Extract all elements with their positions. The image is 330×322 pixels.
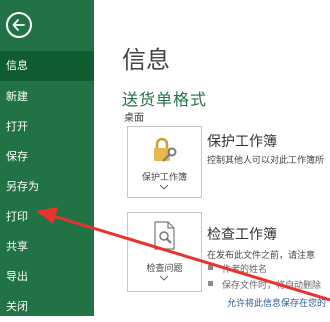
annotation-arrow-icon	[36, 207, 330, 302]
